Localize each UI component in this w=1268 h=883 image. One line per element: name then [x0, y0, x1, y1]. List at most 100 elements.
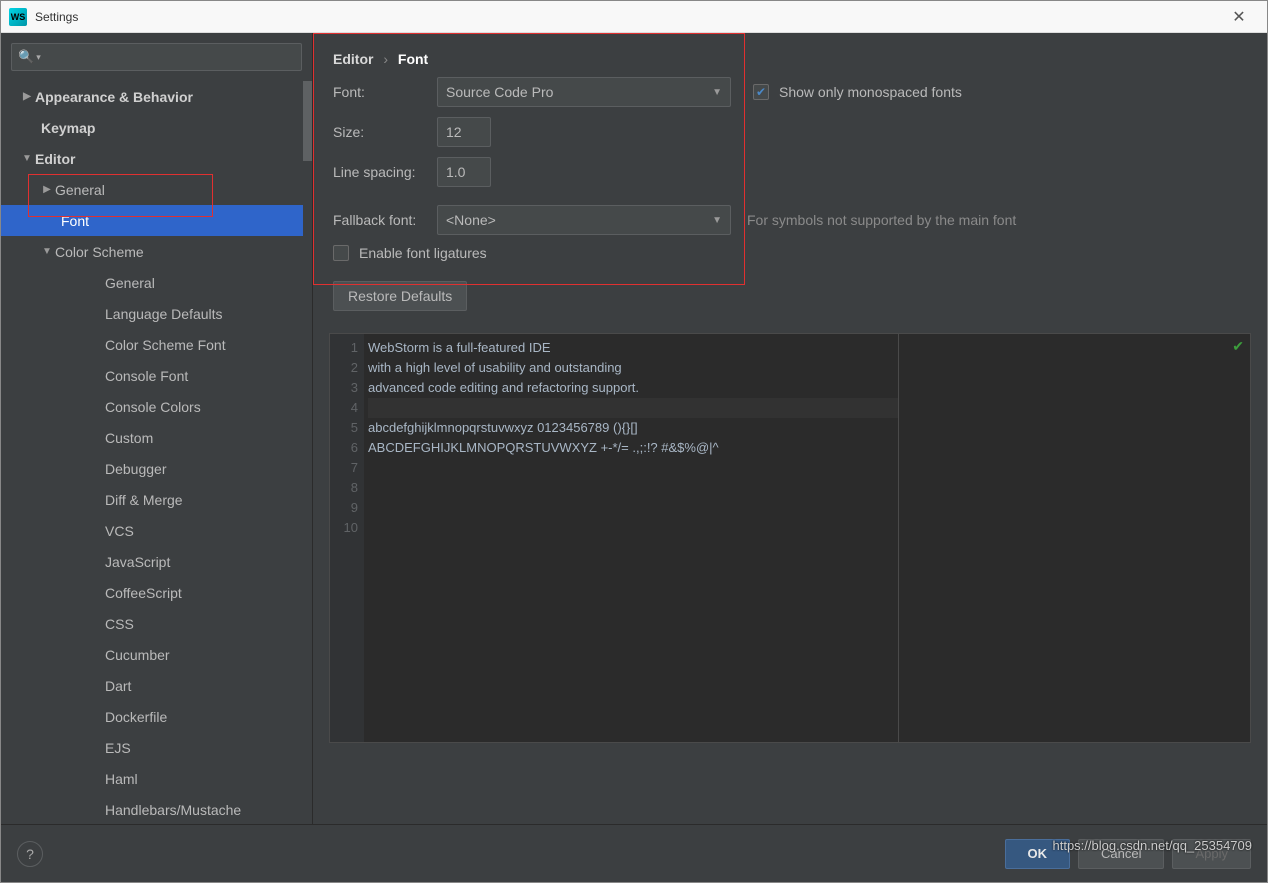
arrow-icon: ▼: [39, 246, 55, 257]
settings-window: WS Settings ✕ 🔍▾ ▶Appearance & BehaviorK…: [0, 0, 1268, 883]
chevron-down-icon: ▾: [36, 52, 41, 63]
size-row: Size:: [329, 117, 1251, 147]
sidebar-item-cucumber[interactable]: Cucumber: [1, 639, 312, 670]
sidebar-item-ejs[interactable]: EJS: [1, 732, 312, 763]
sidebar-item-general[interactable]: General: [1, 267, 312, 298]
sidebar-item-label: Haml: [105, 771, 138, 787]
sidebar-item-color-scheme[interactable]: ▼Color Scheme: [1, 236, 312, 267]
sidebar-item-label: Color Scheme Font: [105, 337, 226, 353]
size-label: Size:: [333, 124, 437, 140]
sidebar-item-console-colors[interactable]: Console Colors: [1, 391, 312, 422]
sidebar-item-label: Keymap: [41, 120, 95, 136]
sidebar-item-custom[interactable]: Custom: [1, 422, 312, 453]
font-value: Source Code Pro: [446, 84, 553, 100]
scrollbar-thumb[interactable]: [303, 81, 312, 161]
sidebar-item-label: VCS: [105, 523, 134, 539]
search-icon: 🔍: [18, 49, 34, 65]
sidebar-item-label: JavaScript: [105, 554, 170, 570]
arrow-icon: ▶: [19, 91, 35, 102]
sidebar-item-label: Diff & Merge: [105, 492, 183, 508]
search-wrap: 🔍▾: [1, 33, 312, 81]
linespacing-label: Line spacing:: [333, 164, 437, 180]
sidebar-item-label: Dockerfile: [105, 709, 167, 725]
watermark: https://blog.csdn.net/qq_25354709: [1053, 838, 1253, 853]
size-input[interactable]: [437, 117, 491, 147]
help-button[interactable]: ?: [17, 841, 43, 867]
breadcrumb-current: Font: [398, 51, 428, 67]
fallback-select[interactable]: <None> ▼: [437, 205, 731, 235]
sidebar-item-label: Appearance & Behavior: [35, 89, 193, 105]
sidebar-item-label: CoffeeScript: [105, 585, 182, 601]
sidebar-item-label: Color Scheme: [55, 244, 144, 260]
linespacing-row: Line spacing:: [329, 157, 1251, 187]
sidebar-item-label: Font: [61, 213, 89, 229]
arrow-icon: ▶: [39, 184, 55, 195]
ligatures-label: Enable font ligatures: [359, 245, 487, 261]
sidebar-item-haml[interactable]: Haml: [1, 763, 312, 794]
footer: ? OK Cancel Apply: [1, 824, 1267, 882]
font-row: Font: Source Code Pro ▼ ✔ Show only mono…: [329, 77, 1251, 107]
linespacing-input[interactable]: [437, 157, 491, 187]
sidebar-item-label: Language Defaults: [105, 306, 223, 322]
sidebar-item-label: General: [105, 275, 155, 291]
sidebar-item-label: EJS: [105, 740, 131, 756]
sidebar-item-label: Dart: [105, 678, 131, 694]
sidebar-item-javascript[interactable]: JavaScript: [1, 546, 312, 577]
font-select[interactable]: Source Code Pro ▼: [437, 77, 731, 107]
sidebar-item-handlebars-mustache[interactable]: Handlebars/Mustache: [1, 794, 312, 824]
fallback-row: Fallback font: <None> ▼ For symbols not …: [329, 205, 1251, 235]
sidebar-item-language-defaults[interactable]: Language Defaults: [1, 298, 312, 329]
sidebar-item-label: Cucumber: [105, 647, 170, 663]
titlebar: WS Settings ✕: [1, 1, 1267, 33]
fallback-hint: For symbols not supported by the main fo…: [747, 212, 1016, 228]
monospace-checkbox[interactable]: ✔: [753, 84, 769, 100]
scrollbar-track: [303, 81, 312, 824]
sidebar-item-editor[interactable]: ▼Editor: [1, 143, 312, 174]
sidebar: 🔍▾ ▶Appearance & BehaviorKeymap▼Editor▶G…: [1, 33, 313, 824]
sidebar-item-css[interactable]: CSS: [1, 608, 312, 639]
sidebar-item-diff-merge[interactable]: Diff & Merge: [1, 484, 312, 515]
sidebar-item-color-scheme-font[interactable]: Color Scheme Font: [1, 329, 312, 360]
sidebar-item-label: Debugger: [105, 461, 167, 477]
search-input[interactable]: 🔍▾: [11, 43, 302, 71]
sidebar-item-label: General: [55, 182, 105, 198]
ligatures-row: ✔ Enable font ligatures: [333, 245, 1251, 261]
gutter: 12345678910: [330, 334, 364, 742]
webstorm-icon: WS: [9, 8, 27, 26]
settings-tree[interactable]: ▶Appearance & BehaviorKeymap▼Editor▶Gene…: [1, 81, 312, 824]
restore-defaults-button[interactable]: Restore Defaults: [333, 281, 467, 311]
breadcrumb-root[interactable]: Editor: [333, 51, 373, 67]
preview-right-pane: ✔: [898, 334, 1250, 742]
ligatures-checkbox[interactable]: ✔: [333, 245, 349, 261]
sidebar-item-label: Custom: [105, 430, 153, 446]
sidebar-item-appearance-behavior[interactable]: ▶Appearance & Behavior: [1, 81, 312, 112]
main-area: 🔍▾ ▶Appearance & BehaviorKeymap▼Editor▶G…: [1, 33, 1267, 824]
code-area: WebStorm is a full-featured IDEwith a hi…: [364, 334, 898, 742]
sidebar-item-label: Console Font: [105, 368, 188, 384]
sidebar-item-keymap[interactable]: Keymap: [1, 112, 312, 143]
breadcrumb-separator-icon: ›: [383, 51, 388, 67]
checkmark-icon: ✔: [1232, 338, 1244, 355]
chevron-down-icon: ▼: [712, 215, 722, 226]
sidebar-item-general[interactable]: ▶General: [1, 174, 312, 205]
sidebar-item-label: Editor: [35, 151, 75, 167]
sidebar-item-dart[interactable]: Dart: [1, 670, 312, 701]
sidebar-item-console-font[interactable]: Console Font: [1, 360, 312, 391]
sidebar-item-label: Handlebars/Mustache: [105, 802, 241, 818]
sidebar-item-font[interactable]: Font: [1, 205, 312, 236]
font-preview: 12345678910 WebStorm is a full-featured …: [329, 333, 1251, 743]
sidebar-item-label: Console Colors: [105, 399, 201, 415]
sidebar-item-label: CSS: [105, 616, 134, 632]
close-icon[interactable]: ✕: [1219, 7, 1259, 27]
chevron-down-icon: ▼: [712, 87, 722, 98]
sidebar-item-coffeescript[interactable]: CoffeeScript: [1, 577, 312, 608]
sidebar-item-debugger[interactable]: Debugger: [1, 453, 312, 484]
sidebar-item-dockerfile[interactable]: Dockerfile: [1, 701, 312, 732]
body: 🔍▾ ▶Appearance & BehaviorKeymap▼Editor▶G…: [1, 33, 1267, 882]
fallback-label: Fallback font:: [333, 212, 437, 228]
monospace-label: Show only monospaced fonts: [779, 84, 962, 100]
content-panel: Editor › Font Font: Source Code Pro ▼ ✔ …: [313, 33, 1267, 824]
arrow-icon: ▼: [19, 153, 35, 164]
window-title: Settings: [35, 10, 78, 24]
sidebar-item-vcs[interactable]: VCS: [1, 515, 312, 546]
